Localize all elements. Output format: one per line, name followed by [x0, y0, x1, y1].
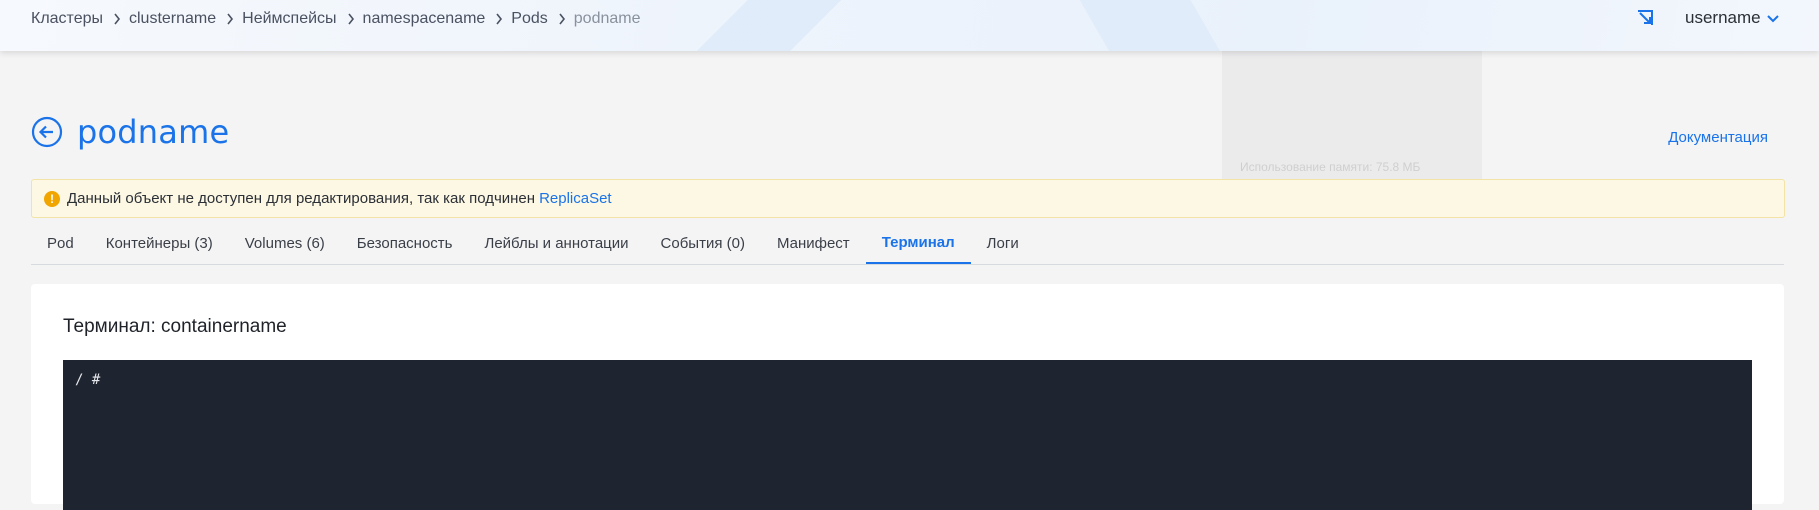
terminal-console[interactable]: / # [63, 360, 1752, 510]
chevron-right-icon [226, 13, 234, 25]
read-only-warning: ! Данный объект не доступен для редактир… [31, 179, 1785, 218]
tab-security[interactable]: Безопасность [341, 222, 469, 264]
tab-bar: Pod Контейнеры (3) Volumes (6) Безопасно… [31, 222, 1784, 265]
breadcrumb-pods[interactable]: Pods [511, 10, 547, 28]
username-label: username [1685, 8, 1761, 27]
tab-volumes[interactable]: Volumes (6) [229, 222, 341, 264]
user-menu[interactable]: username [1685, 6, 1779, 30]
tab-terminal[interactable]: Терминал [865, 222, 971, 264]
terminal-title: Терминал: containername [63, 316, 287, 337]
breadcrumb-clusters[interactable]: Кластеры [31, 10, 103, 28]
documentation-link[interactable]: Документация [1668, 129, 1768, 146]
open-external-icon[interactable] [1634, 7, 1656, 29]
background-overlay-text: Использование памяти: 75.8 МБ [1240, 160, 1421, 174]
chevron-right-icon [558, 13, 566, 25]
terminal-panel: Терминал: containername / # [31, 284, 1784, 510]
chevron-right-icon [495, 13, 503, 25]
terminal-prompt: / # [75, 372, 101, 388]
tab-containers[interactable]: Контейнеры (3) [90, 222, 229, 264]
tab-manifest[interactable]: Манифест [761, 222, 866, 264]
tab-logs[interactable]: Логи [971, 222, 1035, 264]
breadcrumb: Кластеры clustername Неймспейсы namespac… [31, 0, 640, 37]
back-arrow-icon[interactable] [31, 116, 63, 148]
replicaset-link[interactable]: ReplicaSet [539, 190, 612, 207]
breadcrumb-namespace[interactable]: namespacename [363, 10, 486, 28]
chevron-down-icon [1766, 8, 1779, 28]
top-bar: Кластеры clustername Неймспейсы namespac… [0, 0, 1819, 51]
warning-icon: ! [44, 190, 60, 207]
chevron-right-icon [347, 13, 355, 25]
breadcrumb-cluster[interactable]: clustername [129, 10, 216, 28]
breadcrumb-current: podname [573, 9, 641, 27]
tab-labels-annotations[interactable]: Лейблы и аннотации [468, 222, 644, 264]
page-header: podname [31, 113, 229, 151]
tab-events[interactable]: События (0) [645, 222, 761, 264]
warning-text: Данный объект не доступен для редактиров… [67, 190, 536, 207]
tab-pod[interactable]: Pod [31, 222, 90, 264]
chevron-right-icon [113, 13, 121, 25]
page-title: podname [77, 113, 230, 151]
breadcrumb-namespaces[interactable]: Неймспейсы [242, 10, 336, 28]
